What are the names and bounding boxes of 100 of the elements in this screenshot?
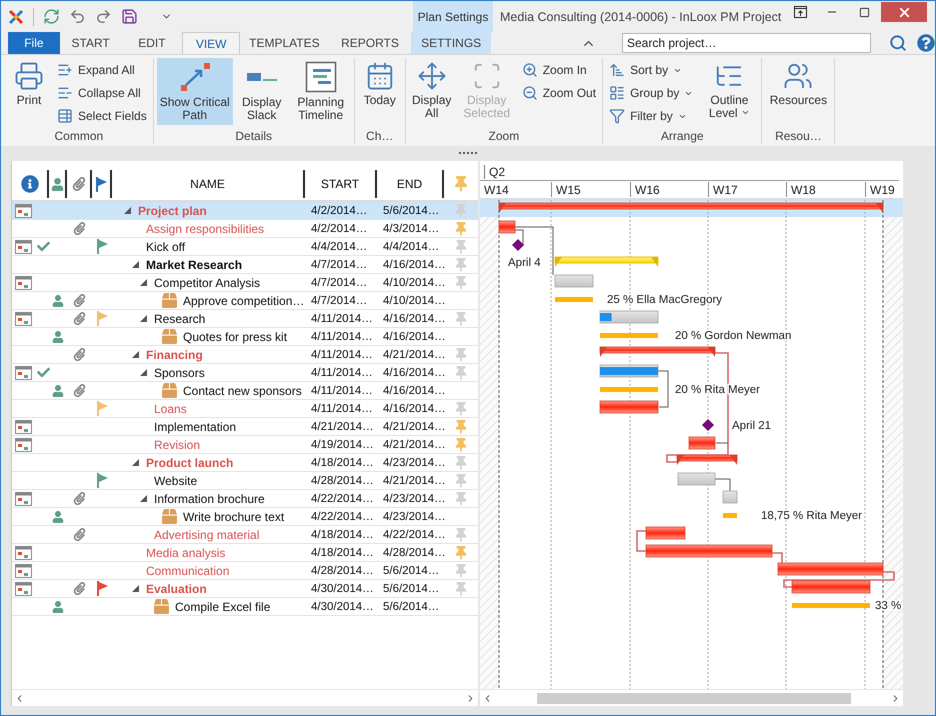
column-header[interactable]: START: [305, 170, 377, 198]
ribbon-tab[interactable]: REPORTS: [328, 32, 412, 54]
app-logo-icon[interactable]: [8, 8, 24, 24]
task-bar[interactable]: [792, 580, 870, 594]
ribbon-tab[interactable]: START: [60, 32, 122, 54]
pin-icon[interactable]: [454, 312, 468, 326]
pin-icon[interactable]: [454, 492, 468, 506]
save-icon[interactable]: [121, 8, 138, 25]
table-row[interactable]: Market Research 4/7/2014… 4/16/2014…: [12, 256, 478, 274]
task-bar[interactable]: [722, 490, 738, 504]
table-row[interactable]: Loans 4/11/2014… 4/16/2014…: [12, 400, 478, 418]
scrollbar-thumb[interactable]: [537, 693, 851, 704]
pin-icon[interactable]: [454, 456, 468, 470]
ribbon-button[interactable]: Expand All: [54, 59, 150, 81]
pin-icon[interactable]: [454, 276, 468, 290]
summary-bar[interactable]: [600, 346, 716, 357]
pin-icon[interactable]: [454, 582, 468, 596]
table-row[interactable]: Competitor Analysis 4/7/2014… 4/10/2014…: [12, 274, 478, 292]
ribbon-tab[interactable]: SETTINGS: [411, 32, 491, 54]
pin-icon[interactable]: [454, 240, 468, 254]
ribbon-tab[interactable]: File: [8, 32, 60, 54]
table-row[interactable]: Project plan 4/2/2014… 5/6/2014…: [12, 202, 478, 220]
summary-bar[interactable]: [498, 202, 884, 213]
table-row[interactable]: Financing 4/11/2014… 4/21/2014…: [12, 346, 478, 364]
table-row[interactable]: Information brochure 4/22/2014… 4/23/2014…: [12, 490, 478, 508]
ribbon-tab[interactable]: EDIT: [122, 32, 182, 54]
ribbon-button[interactable]: Group by: [606, 82, 696, 104]
ribbon-button[interactable]: Display Slack: [236, 58, 287, 125]
table-row[interactable]: Contact new sponsors 4/11/2014… 4/16/2014…: [12, 382, 478, 400]
pin-icon[interactable]: [454, 564, 468, 578]
ribbon-button[interactable]: Resources: [765, 58, 832, 124]
table-row[interactable]: Research 4/11/2014… 4/16/2014…: [12, 310, 478, 328]
task-bar[interactable]: [778, 562, 884, 576]
task-bar[interactable]: [646, 544, 772, 558]
ribbon-button[interactable]: Outline Level: [700, 58, 758, 124]
milestone-diamond[interactable]: [702, 419, 714, 431]
table-row[interactable]: Quotes for press kit 4/11/2014… 4/16/2014…: [12, 328, 478, 346]
summary-bar[interactable]: [554, 256, 658, 267]
task-bar[interactable]: [600, 310, 658, 324]
table-row[interactable]: Assign responsibilities 4/2/2014… 4/3/2014…: [12, 220, 478, 238]
close-button[interactable]: [881, 2, 927, 22]
expand-arrow-icon[interactable]: [124, 207, 131, 214]
task-bar[interactable]: [688, 436, 716, 450]
table-row[interactable]: Advertising material 4/18/2014… 4/22/2014…: [12, 526, 478, 544]
search-field[interactable]: Search project…: [622, 33, 871, 53]
search-button[interactable]: [889, 34, 907, 52]
pin-icon[interactable]: [454, 348, 468, 362]
refresh-icon[interactable]: [43, 8, 60, 25]
info-icon[interactable]: [20, 175, 38, 193]
ribbon-tab[interactable]: VIEW: [182, 32, 240, 54]
ribbon-tab[interactable]: TEMPLATES: [240, 32, 329, 54]
ribbon-button[interactable]: Today: [358, 58, 402, 124]
ribbon-button[interactable]: Print: [8, 58, 50, 124]
pin-icon[interactable]: [454, 402, 468, 416]
ribbon-button[interactable]: Display All: [408, 58, 455, 124]
pin-icon[interactable]: [454, 438, 468, 452]
table-row[interactable]: Revision 4/19/2014… 4/21/2014…: [12, 436, 478, 454]
expand-arrow-icon[interactable]: [140, 495, 147, 502]
expand-arrow-icon[interactable]: [132, 459, 139, 466]
table-row[interactable]: Website 4/28/2014… 4/21/2014…: [12, 472, 478, 490]
summary-bar[interactable]: [676, 454, 738, 465]
help-button[interactable]: [917, 34, 935, 52]
table-row[interactable]: Write brochure text 4/22/2014… 4/23/2014…: [12, 508, 478, 526]
task-bar[interactable]: [498, 220, 516, 234]
task-bar[interactable]: [554, 274, 594, 288]
pin-icon[interactable]: [453, 176, 469, 192]
table-row[interactable]: Compile Excel file 4/30/2014… 5/6/2014…: [12, 598, 478, 616]
expand-arrow-icon[interactable]: [140, 369, 147, 376]
task-bar[interactable]: [600, 400, 658, 414]
ribbon-button[interactable]: Select Fields: [54, 105, 150, 127]
table-row[interactable]: Communication 4/28/2014… 5/6/2014…: [12, 562, 478, 580]
expand-arrow-icon[interactable]: [132, 351, 139, 358]
column-header[interactable]: NAME: [112, 170, 305, 198]
task-bar[interactable]: [646, 526, 686, 540]
undo-icon[interactable]: [69, 8, 86, 25]
table-row[interactable]: Approve competition… 4/7/2014… 4/10/2014…: [12, 292, 478, 310]
expand-arrow-icon[interactable]: [132, 585, 139, 592]
ribbon-button[interactable]: Zoom In: [518, 59, 600, 81]
flag-icon[interactable]: [96, 176, 106, 192]
expand-arrow-icon[interactable]: [140, 279, 147, 286]
task-bar[interactable]: [678, 472, 716, 486]
table-row[interactable]: Product launch 4/18/2014… 4/23/2014…: [12, 454, 478, 472]
expand-arrow-icon[interactable]: [140, 315, 147, 322]
ribbon-button[interactable]: Show Critical Path: [156, 58, 233, 125]
ribbon-button[interactable]: Collapse All: [54, 82, 150, 104]
ribbon-button[interactable]: Sort by: [606, 59, 696, 81]
table-row[interactable]: Implementation 4/21/2014… 4/21/2014…: [12, 418, 478, 436]
pin-icon[interactable]: [454, 258, 468, 272]
table-row[interactable]: Kick off 4/4/2014… 4/4/2014…: [12, 238, 478, 256]
table-row[interactable]: Sponsors 4/11/2014… 4/16/2014…: [12, 364, 478, 382]
splitter-grip-icon[interactable]: [459, 152, 477, 155]
person-icon[interactable]: [50, 178, 64, 190]
table-row[interactable]: Media analysis 4/18/2014… 4/28/2014…: [12, 544, 478, 562]
column-header[interactable]: END: [377, 170, 444, 198]
paperclip-icon[interactable]: [72, 177, 86, 191]
pin-icon[interactable]: [454, 420, 468, 434]
redo-icon[interactable]: [95, 8, 112, 25]
pin-icon[interactable]: [454, 366, 468, 380]
milestone-diamond[interactable]: [512, 239, 524, 251]
ribbon-button[interactable]: Filter by: [606, 105, 696, 127]
